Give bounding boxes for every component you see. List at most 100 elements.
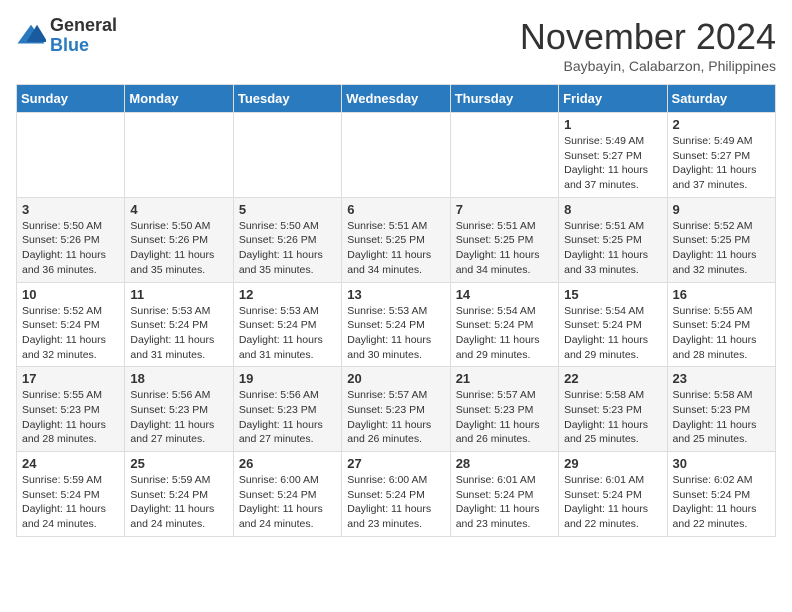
- calendar-cell: [450, 113, 558, 198]
- location: Baybayin, Calabarzon, Philippines: [520, 58, 776, 74]
- day-info: Sunrise: 5:49 AM Sunset: 5:27 PM Dayligh…: [673, 134, 770, 193]
- calendar-cell: 11Sunrise: 5:53 AM Sunset: 5:24 PM Dayli…: [125, 282, 233, 367]
- calendar-cell: 27 Sunrise: 6:00 AM Sunset: 5:24 PM Dayli…: [342, 452, 450, 537]
- day-number: 11: [130, 287, 227, 302]
- calendar-header: SundayMondayTuesdayWednesdayThursdayFrid…: [17, 85, 776, 113]
- calendar-cell: 1Sunrise: 5:49 AM Sunset: 5:27 PM Daylig…: [559, 113, 667, 198]
- day-info: Sunrise: 5:52 AM Sunset: 5:25 PM Dayligh…: [673, 219, 770, 278]
- calendar-week-3: 17 Sunrise: 5:55 AM Sunset: 5:23 PM Dayli…: [17, 367, 776, 452]
- calendar-week-0: 1 Sunrise: 5:49 AM Sunset: 5:27 PM Daylig…: [17, 113, 776, 198]
- day-number: 26: [239, 456, 336, 471]
- calendar-cell: [342, 113, 450, 198]
- calendar-cell: 13Sunrise: 5:53 AM Sunset: 5:24 PM Dayli…: [342, 282, 450, 367]
- logo: General Blue: [16, 16, 117, 56]
- day-info: Sunrise: 6:01 AM Sunset: 5:24 PM Dayligh…: [456, 473, 553, 532]
- calendar-week-1: 3 Sunrise: 5:50 AM Sunset: 5:26 PM Daylig…: [17, 197, 776, 282]
- calendar-cell: [233, 113, 341, 198]
- day-info: Sunrise: 6:00 AM Sunset: 5:24 PM Dayligh…: [239, 473, 336, 532]
- calendar-cell: 15 Sunrise: 5:54 AM Sunset: 5:24 PM Dayli…: [559, 282, 667, 367]
- day-info: Sunrise: 5:57 AM Sunset: 5:23 PM Dayligh…: [456, 388, 553, 447]
- day-number: 9: [673, 202, 770, 217]
- calendar-cell: 29Sunrise: 6:01 AM Sunset: 5:24 PM Dayli…: [559, 452, 667, 537]
- day-info: Sunrise: 5:51 AM Sunset: 5:25 PM Dayligh…: [347, 219, 444, 278]
- day-number: 2: [673, 117, 770, 132]
- day-number: 4: [130, 202, 227, 217]
- calendar-cell: 25 Sunrise: 5:59 AM Sunset: 5:24 PM Dayli…: [125, 452, 233, 537]
- day-info: Sunrise: 5:52 AM Sunset: 5:24 PM Dayligh…: [22, 304, 119, 363]
- calendar-cell: 18 Sunrise: 5:56 AM Sunset: 5:23 PM Dayli…: [125, 367, 233, 452]
- day-number: 5: [239, 202, 336, 217]
- calendar-cell: 6 Sunrise: 5:51 AM Sunset: 5:25 PM Daylig…: [342, 197, 450, 282]
- day-info: Sunrise: 5:59 AM Sunset: 5:24 PM Dayligh…: [22, 473, 119, 532]
- day-number: 24: [22, 456, 119, 471]
- day-info: Sunrise: 5:59 AM Sunset: 5:24 PM Dayligh…: [130, 473, 227, 532]
- logo-icon: [16, 21, 46, 51]
- weekday-header-sunday: Sunday: [17, 85, 125, 113]
- calendar-cell: 14 Sunrise: 5:54 AM Sunset: 5:24 PM Dayli…: [450, 282, 558, 367]
- day-info: Sunrise: 5:55 AM Sunset: 5:24 PM Dayligh…: [673, 304, 770, 363]
- day-info: Sunrise: 5:50 AM Sunset: 5:26 PM Dayligh…: [130, 219, 227, 278]
- day-number: 25: [130, 456, 227, 471]
- calendar-cell: 28Sunrise: 6:01 AM Sunset: 5:24 PM Dayli…: [450, 452, 558, 537]
- day-info: Sunrise: 5:50 AM Sunset: 5:26 PM Dayligh…: [239, 219, 336, 278]
- day-number: 17: [22, 371, 119, 386]
- day-number: 30: [673, 456, 770, 471]
- day-info: Sunrise: 5:50 AM Sunset: 5:26 PM Dayligh…: [22, 219, 119, 278]
- calendar-cell: 10 Sunrise: 5:52 AM Sunset: 5:24 PM Dayli…: [17, 282, 125, 367]
- title-block: November 2024 Baybayin, Calabarzon, Phil…: [520, 16, 776, 74]
- page-header: General Blue November 2024 Baybayin, Cal…: [16, 16, 776, 74]
- day-number: 27: [347, 456, 444, 471]
- day-number: 1: [564, 117, 661, 132]
- calendar-week-2: 10 Sunrise: 5:52 AM Sunset: 5:24 PM Dayli…: [17, 282, 776, 367]
- month-title: November 2024: [520, 16, 776, 58]
- weekday-header-wednesday: Wednesday: [342, 85, 450, 113]
- calendar-cell: 7 Sunrise: 5:51 AM Sunset: 5:25 PM Daylig…: [450, 197, 558, 282]
- calendar-cell: 30 Sunrise: 6:02 AM Sunset: 5:24 PM Dayli…: [667, 452, 775, 537]
- day-number: 12: [239, 287, 336, 302]
- calendar-cell: 9 Sunrise: 5:52 AM Sunset: 5:25 PM Daylig…: [667, 197, 775, 282]
- day-number: 16: [673, 287, 770, 302]
- calendar-cell: 20Sunrise: 5:57 AM Sunset: 5:23 PM Dayli…: [342, 367, 450, 452]
- day-number: 18: [130, 371, 227, 386]
- day-number: 8: [564, 202, 661, 217]
- calendar-cell: 21 Sunrise: 5:57 AM Sunset: 5:23 PM Dayli…: [450, 367, 558, 452]
- day-info: Sunrise: 6:02 AM Sunset: 5:24 PM Dayligh…: [673, 473, 770, 532]
- calendar-cell: 26 Sunrise: 6:00 AM Sunset: 5:24 PM Dayli…: [233, 452, 341, 537]
- day-number: 15: [564, 287, 661, 302]
- calendar-cell: 24 Sunrise: 5:59 AM Sunset: 5:24 PM Dayli…: [17, 452, 125, 537]
- calendar-cell: 17 Sunrise: 5:55 AM Sunset: 5:23 PM Dayli…: [17, 367, 125, 452]
- calendar-cell: [17, 113, 125, 198]
- weekday-header-monday: Monday: [125, 85, 233, 113]
- calendar-cell: 3 Sunrise: 5:50 AM Sunset: 5:26 PM Daylig…: [17, 197, 125, 282]
- day-info: Sunrise: 5:51 AM Sunset: 5:25 PM Dayligh…: [456, 219, 553, 278]
- calendar-cell: 19Sunrise: 5:56 AM Sunset: 5:23 PM Dayli…: [233, 367, 341, 452]
- calendar-week-4: 24 Sunrise: 5:59 AM Sunset: 5:24 PM Dayli…: [17, 452, 776, 537]
- day-info: Sunrise: 5:56 AM Sunset: 5:23 PM Dayligh…: [130, 388, 227, 447]
- day-number: 13: [347, 287, 444, 302]
- day-number: 21: [456, 371, 553, 386]
- calendar-table: SundayMondayTuesdayWednesdayThursdayFrid…: [16, 84, 776, 537]
- day-info: Sunrise: 6:00 AM Sunset: 5:24 PM Dayligh…: [347, 473, 444, 532]
- day-number: 29: [564, 456, 661, 471]
- day-info: Sunrise: 5:53 AM Sunset: 5:24 PM Dayligh…: [239, 304, 336, 363]
- calendar-cell: 4 Sunrise: 5:50 AM Sunset: 5:26 PM Daylig…: [125, 197, 233, 282]
- calendar-cell: 23Sunrise: 5:58 AM Sunset: 5:23 PM Dayli…: [667, 367, 775, 452]
- calendar-cell: 16 Sunrise: 5:55 AM Sunset: 5:24 PM Dayli…: [667, 282, 775, 367]
- calendar-cell: 12 Sunrise: 5:53 AM Sunset: 5:24 PM Dayli…: [233, 282, 341, 367]
- logo-general: General: [50, 16, 117, 36]
- day-number: 3: [22, 202, 119, 217]
- weekday-header-tuesday: Tuesday: [233, 85, 341, 113]
- day-number: 10: [22, 287, 119, 302]
- day-number: 14: [456, 287, 553, 302]
- weekday-row: SundayMondayTuesdayWednesdayThursdayFrid…: [17, 85, 776, 113]
- day-info: Sunrise: 5:58 AM Sunset: 5:23 PM Dayligh…: [564, 388, 661, 447]
- day-number: 7: [456, 202, 553, 217]
- calendar-body: 1 Sunrise: 5:49 AM Sunset: 5:27 PM Daylig…: [17, 113, 776, 537]
- day-number: 6: [347, 202, 444, 217]
- calendar-cell: 8Sunrise: 5:51 AM Sunset: 5:25 PM Daylig…: [559, 197, 667, 282]
- day-info: Sunrise: 5:54 AM Sunset: 5:24 PM Dayligh…: [564, 304, 661, 363]
- day-number: 19: [239, 371, 336, 386]
- day-info: Sunrise: 5:55 AM Sunset: 5:23 PM Dayligh…: [22, 388, 119, 447]
- weekday-header-saturday: Saturday: [667, 85, 775, 113]
- day-info: Sunrise: 5:54 AM Sunset: 5:24 PM Dayligh…: [456, 304, 553, 363]
